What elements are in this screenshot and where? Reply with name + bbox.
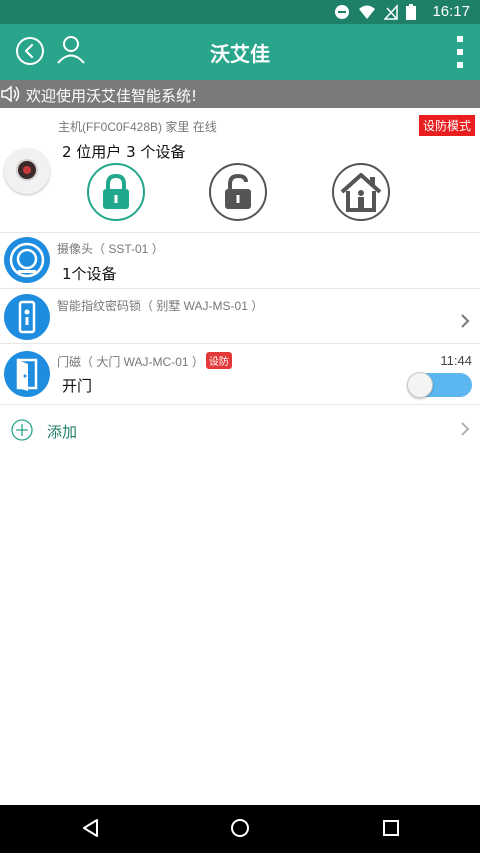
door-lock-icon (4, 294, 50, 340)
list-item[interactable]: 门磁（ 大门 WAJ-MC-01 ）设防 11:44 开门 (0, 344, 480, 405)
do-not-disturb-icon (335, 5, 349, 19)
door-sensor-toggle[interactable] (407, 372, 472, 398)
more-dot-icon (457, 49, 463, 55)
chevron-right-icon (461, 314, 470, 328)
status-time: 16:17 (432, 3, 470, 20)
host-panel: 主机(FF0C0F428B) 家里 在线 设防模式 2 位用户 3 个设备 (0, 108, 480, 233)
toggle-knob[interactable] (407, 372, 433, 398)
camera-icon (4, 237, 50, 283)
battery-icon (406, 4, 416, 20)
host-summary: 2 位用户 3 个设备 (62, 143, 186, 161)
more-menu-button[interactable] (456, 36, 464, 68)
status-icons (334, 4, 416, 20)
recents-nav-icon[interactable] (380, 817, 402, 839)
list-item[interactable]: 摄像头（ SST-01 ） 1个设备 (0, 232, 480, 289)
back-nav-icon[interactable] (80, 817, 102, 839)
list-item[interactable]: 智能指纹密码锁（ 别墅 WAJ-MS-01 ） (0, 289, 480, 344)
device-name: 摄像头（ SST-01 ） (57, 242, 164, 256)
notice-text: 欢迎使用沃艾佳智能系统! (26, 87, 198, 105)
wifi-icon (359, 5, 375, 19)
device-name: 门磁（ 大门 WAJ-MC-01 ）设防 (57, 352, 232, 370)
device-status: 1个设备 (62, 265, 117, 283)
home-icon (340, 173, 382, 212)
status-bar: 16:17 (0, 0, 480, 24)
plus-circle-icon (11, 419, 33, 441)
disarm-button[interactable] (209, 163, 267, 221)
host-info: 主机(FF0C0F428B) 家里 在线 (58, 120, 217, 134)
add-device-row[interactable]: 添加 (0, 405, 480, 455)
no-signal-icon (384, 4, 398, 20)
page-title: 沃艾佳 (210, 42, 270, 66)
arm-button[interactable] (87, 163, 145, 221)
notice-banner: 欢迎使用沃艾佳智能系统! (0, 80, 480, 108)
home-nav-icon[interactable] (229, 817, 251, 839)
armed-badge: 设防 (205, 352, 232, 369)
app-bar: 沃艾佳 (0, 24, 480, 80)
more-dot-icon (457, 36, 463, 42)
mode-badge: 设防模式 (418, 115, 475, 136)
speaker-icon (1, 85, 20, 103)
add-label: 添加 (47, 423, 78, 441)
device-status: 开门 (62, 377, 93, 395)
device-name: 智能指纹密码锁（ 别墅 WAJ-MS-01 ） (57, 299, 264, 313)
host-device-image (4, 148, 50, 194)
unlock-icon (225, 173, 251, 209)
chevron-right-icon (461, 422, 470, 436)
navigation-bar (0, 805, 480, 853)
more-dot-icon (457, 62, 463, 68)
lock-icon (103, 173, 129, 209)
home-mode-button[interactable] (332, 163, 390, 221)
door-sensor-icon (4, 351, 50, 397)
device-time: 11:44 (440, 353, 472, 368)
